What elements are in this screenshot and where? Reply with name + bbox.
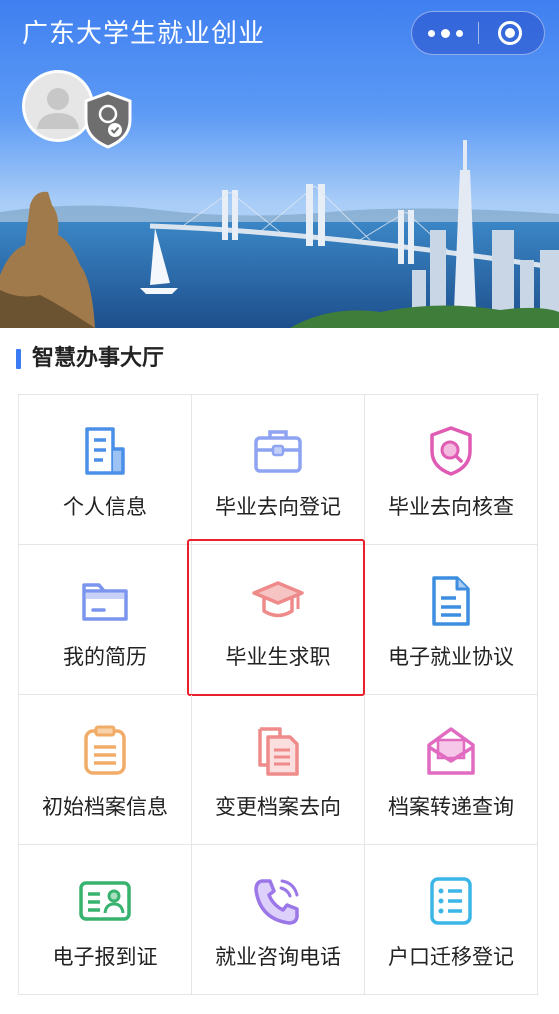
folder-icon — [82, 583, 128, 621]
copy-files-icon — [258, 727, 299, 776]
checklist-icon — [430, 877, 472, 925]
phone-call-icon — [254, 879, 299, 925]
capsule-divider — [478, 22, 479, 44]
document-icon — [85, 427, 125, 475]
service-label: 我的简历 — [63, 645, 147, 669]
service-initial-archive-info[interactable]: 初始档案信息 — [19, 695, 192, 845]
service-my-resume[interactable]: 我的简历 — [19, 545, 192, 695]
briefcase-icon — [254, 430, 302, 473]
service-label: 变更档案去向 — [215, 795, 341, 819]
header-banner: 广东大学生就业创业 — [0, 0, 559, 328]
service-label: 毕业生求职 — [225, 645, 331, 669]
app-title: 广东大学生就业创业 — [22, 19, 266, 49]
service-label: 就业咨询电话 — [215, 945, 341, 969]
miniprogram-close-icon[interactable] — [498, 21, 522, 45]
miniprogram-capsule — [411, 11, 545, 55]
service-label: 电子就业协议 — [388, 645, 514, 669]
service-change-archive-destination[interactable]: 变更档案去向 — [192, 695, 365, 845]
service-archive-transfer-query[interactable]: 档案转递查询 — [365, 695, 538, 845]
envelope-open-icon — [427, 727, 475, 775]
service-employment-hotline[interactable]: 就业咨询电话 — [192, 845, 365, 995]
file-text-icon — [432, 576, 470, 626]
service-destination-register[interactable]: 毕业去向登记 — [192, 395, 365, 545]
shield-search-icon — [430, 426, 472, 476]
service-personal-info[interactable]: 个人信息 — [19, 395, 192, 545]
id-card-icon — [79, 881, 131, 921]
service-label: 毕业去向核查 — [388, 495, 514, 519]
more-dots-icon[interactable] — [412, 12, 478, 54]
list-doc-icon — [84, 725, 126, 775]
service-label: 户口迁移登记 — [388, 945, 514, 969]
graduation-cap-icon — [252, 581, 304, 618]
section-title: 智慧办事大厅 — [16, 342, 164, 376]
verified-shield-icon — [84, 91, 132, 149]
service-household-migration-register[interactable]: 户口迁移登记 — [365, 845, 538, 995]
service-graduate-job-search[interactable]: 毕业生求职 — [187, 539, 365, 696]
service-label: 个人信息 — [63, 495, 147, 519]
service-grid: 个人信息 毕业去向登记 毕业去向核查 我的简历 毕业生求职 电子就业协议 初始档… — [18, 394, 539, 995]
service-label: 档案转递查询 — [388, 795, 514, 819]
service-e-employment-agreement[interactable]: 电子就业协议 — [365, 545, 538, 695]
service-label: 初始档案信息 — [42, 795, 168, 819]
service-label: 电子报到证 — [52, 945, 158, 969]
service-label: 毕业去向登记 — [215, 495, 341, 519]
service-e-registration-certificate[interactable]: 电子报到证 — [19, 845, 192, 995]
service-destination-verify[interactable]: 毕业去向核查 — [365, 395, 538, 545]
